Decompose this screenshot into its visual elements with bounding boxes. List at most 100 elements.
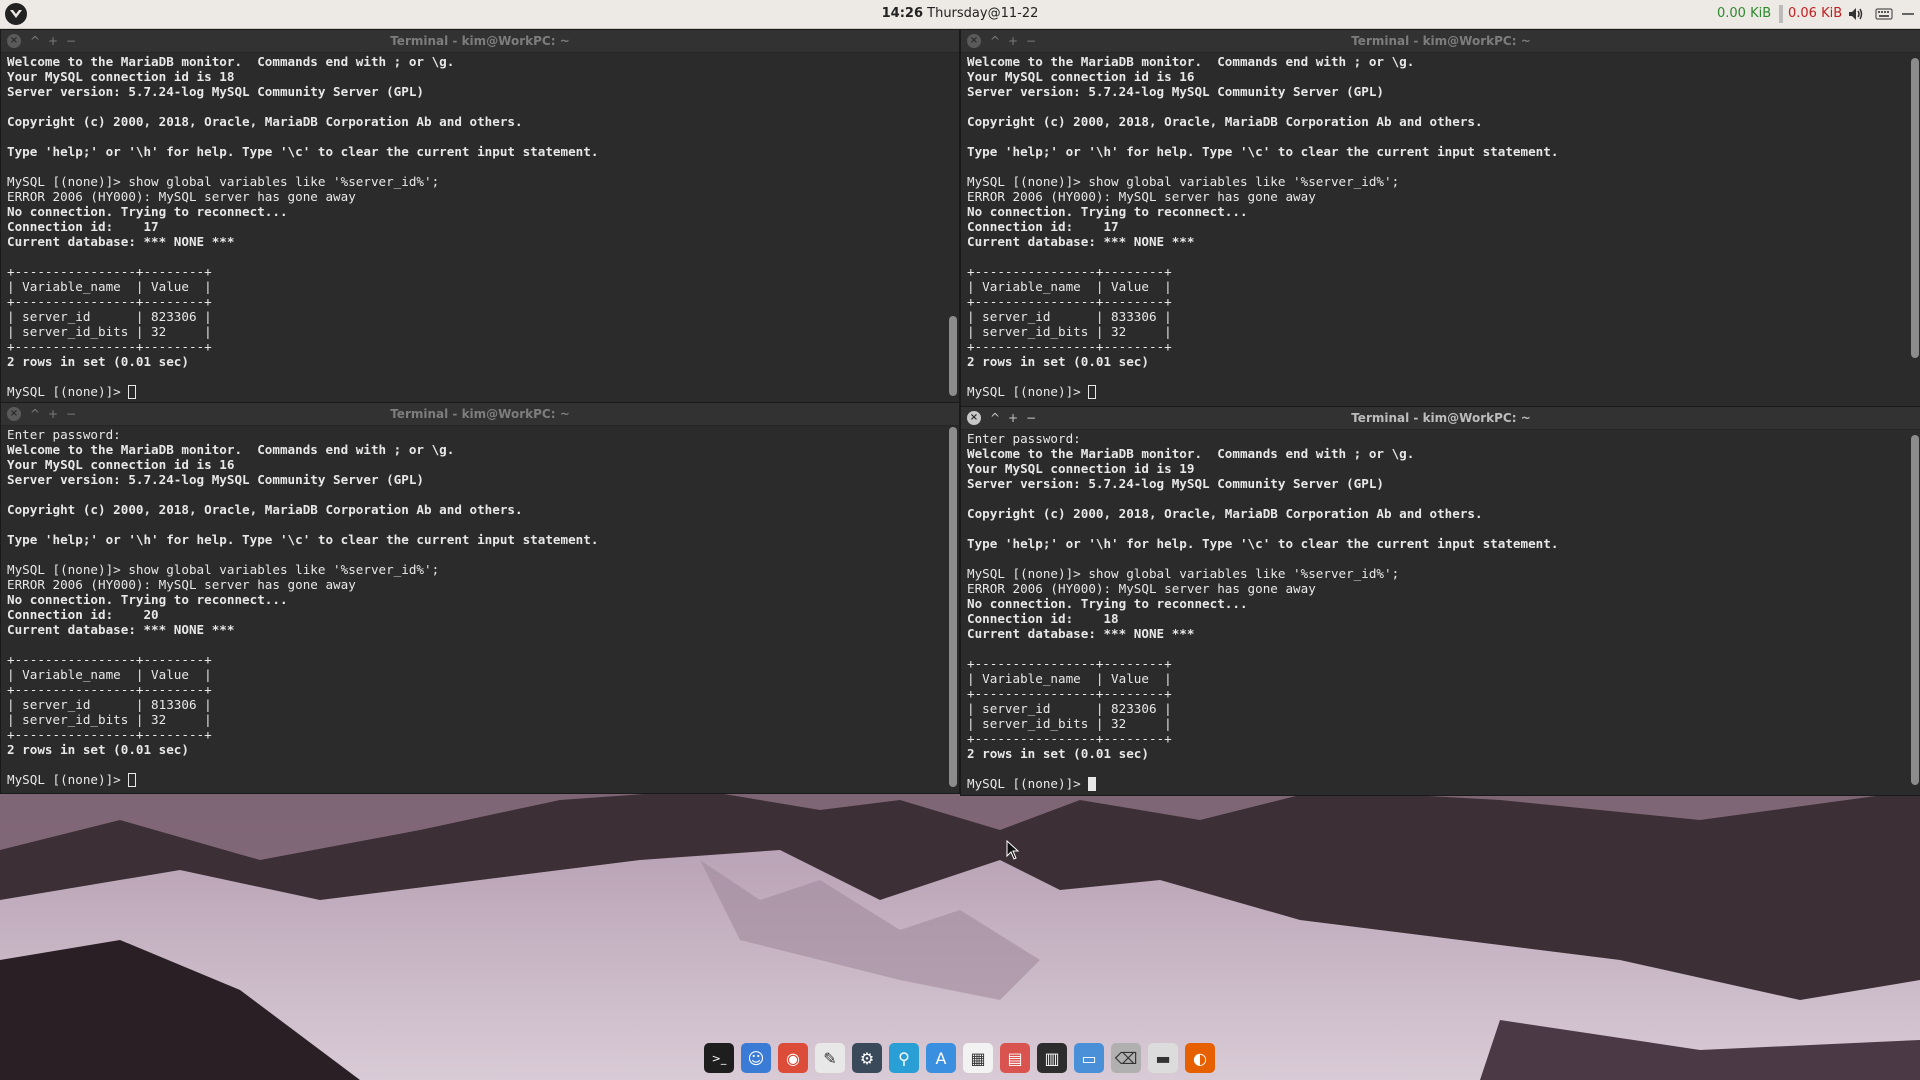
calendar-icon[interactable]: ▦ bbox=[963, 1043, 993, 1073]
terminal-line: +----------------+--------+ bbox=[967, 731, 1172, 746]
file-manager-icon[interactable]: ▤ bbox=[1000, 1043, 1030, 1073]
terminal-window[interactable]: × ^ + − Terminal - kim@WorkPC: ~ Enter passwo… bbox=[0, 402, 960, 794]
terminal-line: | server_id_bits | 32 | bbox=[967, 716, 1172, 731]
terminal-prompt-line[interactable]: MySQL [(none)]> bbox=[967, 384, 1903, 399]
search-icon[interactable]: ⚲ bbox=[889, 1043, 919, 1073]
terminal-line: +----------------+--------+ bbox=[967, 294, 1172, 309]
terminal-prompt-line[interactable]: MySQL [(none)]> bbox=[967, 776, 1903, 791]
text-cursor bbox=[1088, 777, 1097, 791]
finder-icon[interactable]: ☺ bbox=[741, 1043, 771, 1073]
terminal-line: MySQL [(none)]> show global variables li… bbox=[967, 174, 1400, 189]
trash-icon[interactable]: ⌫ bbox=[1111, 1043, 1141, 1073]
terminal-line: 2 rows in set (0.01 sec) bbox=[7, 354, 189, 369]
terminal-output[interactable]: Welcome to the MariaDB monitor. Commands… bbox=[7, 54, 941, 400]
terminal-icon[interactable]: >_ bbox=[704, 1043, 734, 1073]
firefox-icon[interactable]: ◐ bbox=[1185, 1043, 1215, 1073]
terminal-line: MySQL [(none)]> show global variables li… bbox=[7, 562, 440, 577]
terminal-line: Copyright (c) 2000, 2018, Oracle, MariaD… bbox=[967, 506, 1483, 521]
terminal-output[interactable]: Welcome to the MariaDB monitor. Commands… bbox=[967, 54, 1903, 404]
terminal-line: Server version: 5.7.24-log MySQL Communi… bbox=[7, 84, 425, 99]
terminal-prompt-line[interactable]: MySQL [(none)]> bbox=[7, 384, 941, 399]
window-title: Terminal - kim@WorkPC: ~ bbox=[390, 34, 570, 48]
scrollbar[interactable] bbox=[947, 427, 957, 791]
scrollbar-thumb[interactable] bbox=[949, 316, 957, 396]
terminal-line: MySQL [(none)]> show global variables li… bbox=[7, 174, 440, 189]
network-download-speed: 0.00 KiB bbox=[1717, 6, 1772, 21]
terminal-output[interactable]: Enter password: Welcome to the MariaDB mo… bbox=[967, 431, 1903, 793]
terminal-line: Welcome to the MariaDB monitor. Commands… bbox=[967, 54, 1415, 69]
terminal-prompt-line[interactable]: MySQL [(none)]> bbox=[7, 772, 941, 787]
mouse-pointer-icon bbox=[1006, 840, 1020, 860]
prompt-text: MySQL [(none)]> bbox=[967, 776, 1089, 791]
terminal-output[interactable]: Enter password: Welcome to the MariaDB mo… bbox=[7, 427, 941, 791]
terminal-line: +----------------+--------+ bbox=[967, 686, 1172, 701]
terminal-line: | server_id_bits | 32 | bbox=[967, 324, 1172, 339]
overflow-icon[interactable] bbox=[1898, 4, 1918, 24]
terminal-line: Type 'help;' or '\h' for help. Type '\c'… bbox=[967, 536, 1559, 551]
terminal-line: | Variable_name | Value | bbox=[967, 671, 1172, 686]
terminal-line: Enter password: bbox=[967, 431, 1081, 446]
terminal-line: +----------------+--------+ bbox=[7, 339, 212, 354]
window-titlebar[interactable]: × ^ + − Terminal - kim@WorkPC: ~ bbox=[1, 30, 959, 53]
window-titlebar[interactable]: × ^ + − Terminal - kim@WorkPC: ~ bbox=[1, 403, 959, 426]
scrollbar-thumb[interactable] bbox=[1911, 435, 1919, 785]
chrome-icon[interactable]: ◉ bbox=[778, 1043, 808, 1073]
terminal-line: Type 'help;' or '\h' for help. Type '\c'… bbox=[967, 144, 1559, 159]
terminal-line: Current database: *** NONE *** bbox=[7, 234, 235, 249]
terminal-line: +----------------+--------+ bbox=[967, 339, 1172, 354]
panel-clock[interactable]: 14:26 Thursday@11-22 bbox=[0, 0, 1920, 28]
drive-icon[interactable]: ▬ bbox=[1148, 1043, 1178, 1073]
terminal-line: | server_id_bits | 32 | bbox=[7, 324, 212, 339]
scrollbar[interactable] bbox=[1909, 431, 1919, 793]
window-titlebar[interactable]: × ^ + − Terminal - kim@WorkPC: ~ bbox=[961, 407, 1920, 430]
menu-logo-icon[interactable] bbox=[5, 3, 27, 25]
window-titlebar[interactable]: × ^ + − Terminal - kim@WorkPC: ~ bbox=[961, 30, 1920, 53]
app-store-icon[interactable]: A bbox=[926, 1043, 956, 1073]
scrollbar-thumb[interactable] bbox=[949, 427, 957, 787]
terminal-line: Enter password: bbox=[7, 427, 121, 442]
monitor-icon[interactable]: ▥ bbox=[1037, 1043, 1067, 1073]
terminal-window[interactable]: × ^ + − Terminal - kim@WorkPC: ~ Welcome to t… bbox=[960, 29, 1920, 407]
scrollbar[interactable] bbox=[947, 54, 957, 400]
terminal-line: ERROR 2006 (HY000): MySQL server has gon… bbox=[967, 189, 1316, 204]
terminal-line: +----------------+--------+ bbox=[7, 652, 212, 667]
dock: >_ ☺ ◉ ✎ ⚙ ⚲ A ▦ ▤ ▥ ▭ ⌫ ▬ ◐ bbox=[700, 1040, 1224, 1076]
terminal-line: Server version: 5.7.24-log MySQL Communi… bbox=[967, 84, 1385, 99]
terminal-line: | server_id | 823306 | bbox=[967, 701, 1172, 716]
terminal-line: | server_id_bits | 32 | bbox=[7, 712, 212, 727]
volume-icon[interactable] bbox=[1846, 4, 1866, 24]
app-icon[interactable]: ⚙ bbox=[852, 1043, 882, 1073]
prompt-text: MySQL [(none)]> bbox=[967, 384, 1089, 399]
terminal-window[interactable]: × ^ + − Terminal - kim@WorkPC: ~ Welcome to t… bbox=[0, 29, 960, 403]
terminal-line: Your MySQL connection id is 18 bbox=[7, 69, 235, 84]
network-graph bbox=[1779, 5, 1783, 23]
keyboard-icon[interactable] bbox=[1874, 4, 1894, 24]
terminal-line: +----------------+--------+ bbox=[7, 727, 212, 742]
desktop-icon[interactable]: ▭ bbox=[1074, 1043, 1104, 1073]
terminal-line: Server version: 5.7.24-log MySQL Communi… bbox=[967, 476, 1385, 491]
terminal-line: No connection. Trying to reconnect... bbox=[967, 204, 1248, 219]
terminal-window[interactable]: × ^ + − Terminal - kim@WorkPC: ~ Enter passwo… bbox=[960, 406, 1920, 796]
terminal-line: | Variable_name | Value | bbox=[7, 279, 212, 294]
scrollbar[interactable] bbox=[1909, 54, 1919, 404]
scrollbar-thumb[interactable] bbox=[1911, 58, 1919, 358]
terminal-line: No connection. Trying to reconnect... bbox=[7, 204, 288, 219]
terminal-line: Copyright (c) 2000, 2018, Oracle, MariaD… bbox=[967, 114, 1483, 129]
terminal-line: MySQL [(none)]> show global variables li… bbox=[967, 566, 1400, 581]
terminal-line: +----------------+--------+ bbox=[7, 294, 212, 309]
text-cursor bbox=[1088, 385, 1097, 399]
terminal-line: Server version: 5.7.24-log MySQL Communi… bbox=[7, 472, 425, 487]
terminal-line: | server_id | 823306 | bbox=[7, 309, 212, 324]
text-editor-icon[interactable]: ✎ bbox=[815, 1043, 845, 1073]
terminal-line: No connection. Trying to reconnect... bbox=[7, 592, 288, 607]
